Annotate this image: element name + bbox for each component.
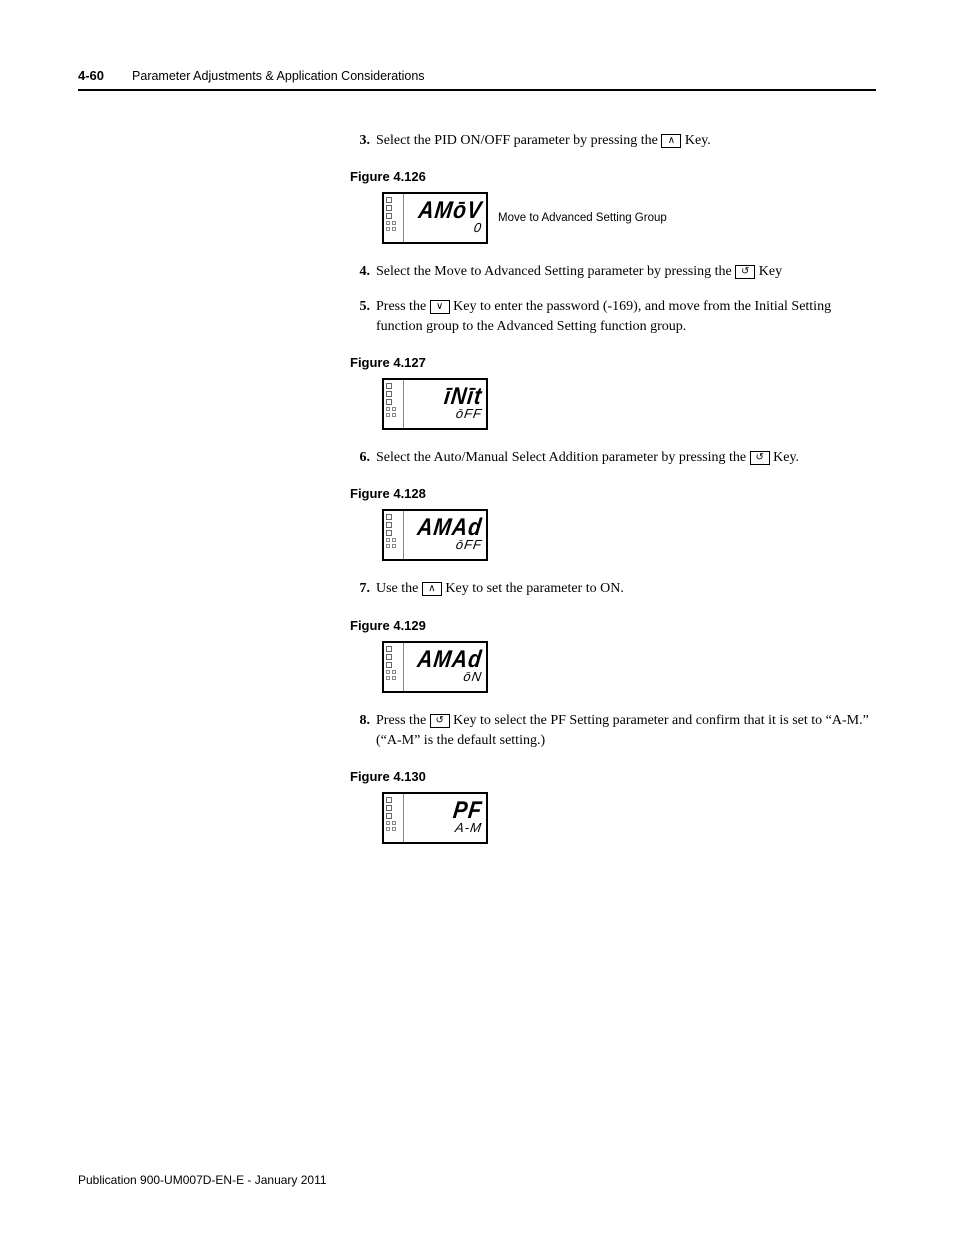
up-key-icon: ∧: [661, 134, 681, 148]
step-number: 3.: [350, 131, 370, 151]
lcd-side-indicators: [384, 643, 404, 691]
step-5: 5. Press the ∨ Key to enter the password…: [350, 297, 875, 338]
lcd-line2: ōFF: [407, 407, 483, 421]
step-text: Press the ∨ Key to enter the password (-…: [376, 297, 875, 338]
lcd-side-indicators: [384, 794, 404, 842]
body-content: 3. Select the PID ON/OFF parameter by pr…: [350, 131, 875, 844]
down-key-icon: ∨: [430, 300, 450, 314]
lcd-display: īNīt ōFF: [382, 378, 488, 430]
page-header: 4-60 Parameter Adjustments & Application…: [78, 68, 876, 91]
step-number: 4.: [350, 262, 370, 282]
figure-label: Figure 4.129: [350, 618, 875, 633]
step-text: Use the ∧ Key to set the parameter to ON…: [376, 579, 875, 599]
step-number: 7.: [350, 579, 370, 599]
lcd-line2: A-M: [407, 821, 483, 835]
lcd-line2: ōFF: [407, 538, 483, 552]
up-key-icon: ∧: [422, 582, 442, 596]
lcd-main: AMAd ōN: [404, 643, 486, 691]
lcd-line2: ōN: [407, 670, 483, 684]
figure-caption: Move to Advanced Setting Group: [498, 211, 667, 226]
step-6: 6. Select the Auto/Manual Select Additio…: [350, 448, 875, 468]
lcd-display: PF A-M: [382, 792, 488, 844]
loop-key-icon: ↺: [430, 714, 450, 728]
step-text: Press the ↺ Key to select the PF Setting…: [376, 711, 875, 752]
figure-label: Figure 4.127: [350, 355, 875, 370]
lcd-side-indicators: [384, 380, 404, 428]
lcd-display: AMAd ōN: [382, 641, 488, 693]
lcd-display: AMōV 0: [382, 192, 488, 244]
loop-key-icon: ↺: [750, 451, 770, 465]
lcd-side-indicators: [384, 511, 404, 559]
lcd-line2: 0: [407, 221, 483, 235]
figure-128: AMAd ōFF: [382, 509, 875, 561]
step-3: 3. Select the PID ON/OFF parameter by pr…: [350, 131, 875, 151]
step-8: 8. Press the ↺ Key to select the PF Sett…: [350, 711, 875, 752]
step-number: 5.: [350, 297, 370, 338]
step-text: Select the Auto/Manual Select Addition p…: [376, 448, 875, 468]
lcd-line1: AMōV: [407, 201, 484, 223]
figure-label: Figure 4.128: [350, 486, 875, 501]
figure-130: PF A-M: [382, 792, 875, 844]
step-7: 7. Use the ∧ Key to set the parameter to…: [350, 579, 875, 599]
lcd-main: PF A-M: [404, 794, 486, 842]
step-number: 6.: [350, 448, 370, 468]
page-number: 4-60: [78, 68, 104, 83]
lcd-main: AMAd ōFF: [404, 511, 486, 559]
lcd-main: īNīt ōFF: [404, 380, 486, 428]
lcd-display: AMAd ōFF: [382, 509, 488, 561]
step-text: Select the PID ON/OFF parameter by press…: [376, 131, 875, 151]
lcd-side-indicators: [384, 194, 404, 242]
lcd-main: AMōV 0: [404, 194, 486, 242]
figure-127: īNīt ōFF: [382, 378, 875, 430]
figure-129: AMAd ōN: [382, 641, 875, 693]
loop-key-icon: ↺: [735, 265, 755, 279]
figure-126: AMōV 0 Move to Advanced Setting Group: [382, 192, 875, 244]
step-4: 4. Select the Move to Advanced Setting p…: [350, 262, 875, 282]
figure-label: Figure 4.130: [350, 769, 875, 784]
step-text: Select the Move to Advanced Setting para…: [376, 262, 875, 282]
figure-label: Figure 4.126: [350, 169, 875, 184]
publication-footer: Publication 900-UM007D-EN-E - January 20…: [78, 1173, 327, 1187]
chapter-title: Parameter Adjustments & Application Cons…: [132, 69, 425, 83]
step-number: 8.: [350, 711, 370, 752]
lcd-line1: AMAd: [407, 649, 484, 671]
